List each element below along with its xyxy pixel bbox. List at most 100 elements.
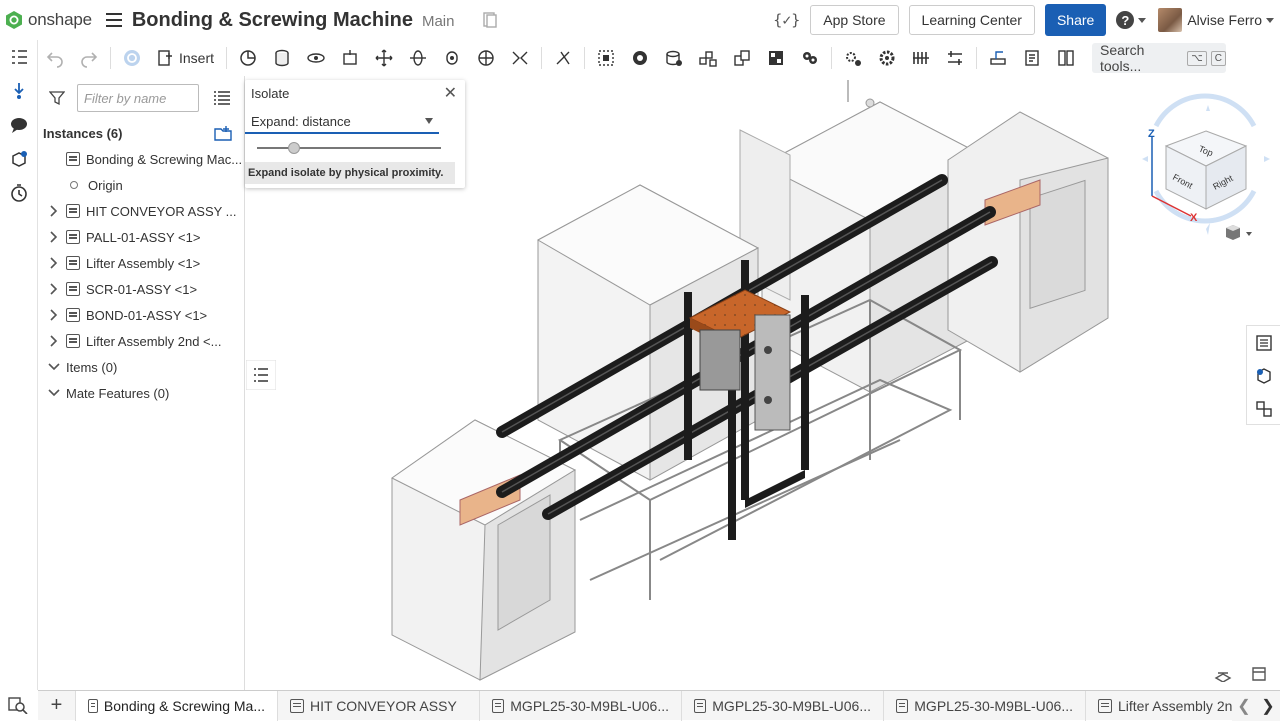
add-tab-button[interactable]: + — [38, 690, 76, 721]
regenerate-icon[interactable] — [115, 43, 149, 73]
chevron-right-icon[interactable] — [42, 283, 66, 295]
circular-pattern-icon[interactable] — [725, 43, 759, 73]
tab-5[interactable]: Lifter Assembly 2nd — [1086, 690, 1256, 721]
parts-icon[interactable] — [0, 142, 38, 176]
replicate-icon[interactable] — [657, 43, 691, 73]
filter-icon[interactable] — [49, 90, 65, 106]
undo-icon[interactable] — [38, 43, 72, 73]
explode-icon[interactable] — [759, 43, 793, 73]
tab-2[interactable]: MGPL25-30-M9BL-U06... — [480, 690, 682, 721]
document-title[interactable]: Bonding & Screwing Machine — [132, 9, 413, 32]
chevron-right-icon[interactable] — [42, 231, 66, 243]
help-menu[interactable]: ? — [1116, 11, 1147, 29]
planar-mate-icon[interactable] — [367, 43, 401, 73]
cylindrical-mate-icon[interactable] — [401, 43, 435, 73]
tab-scroll-left-icon[interactable]: ❮ — [1232, 696, 1256, 716]
tree-item-label: PALL-01-ASSY <1> — [86, 229, 201, 245]
view-options-icon[interactable] — [1224, 224, 1254, 242]
chevron-right-icon[interactable] — [42, 257, 66, 269]
search-tabs-icon[interactable] — [8, 696, 28, 714]
mate-features-section[interactable]: Mate Features (0) — [38, 380, 244, 406]
search-tools-input[interactable]: Search tools... ⌥ C — [1092, 42, 1226, 74]
comments-icon[interactable] — [0, 108, 38, 142]
parallel-mate-icon[interactable] — [503, 43, 537, 73]
isolate-mode-select[interactable]: Expand: distance — [245, 110, 439, 134]
screw-relation-icon[interactable] — [938, 43, 972, 73]
bom-icon[interactable] — [1049, 43, 1083, 73]
tree-item[interactable]: PALL-01-ASSY <1> — [38, 224, 244, 250]
onshape-logo[interactable]: onshape — [6, 10, 92, 30]
user-menu[interactable]: Alvise Ferro — [1158, 8, 1274, 32]
gear-icon[interactable] — [870, 43, 904, 73]
isolate-dialog: Isolate ✕ Expand: distance Expand isolat… — [245, 80, 465, 188]
chevron-down-icon — [42, 363, 66, 371]
configurations-icon[interactable] — [1247, 392, 1280, 425]
named-views-icon[interactable] — [1250, 666, 1268, 682]
tree-item[interactable]: BOND-01-ASSY <1> — [38, 302, 244, 328]
share-button[interactable]: Share — [1044, 4, 1107, 36]
group-icon[interactable] — [589, 43, 623, 73]
learning-center-button[interactable]: Learning Center — [908, 5, 1035, 35]
mate-connector-icon[interactable] — [0, 74, 38, 108]
distance-slider-handle[interactable] — [287, 142, 300, 154]
redo-icon[interactable] — [72, 43, 106, 73]
insert-icon — [158, 50, 172, 66]
ball-mate-icon[interactable] — [469, 43, 503, 73]
chevron-right-icon[interactable] — [42, 309, 66, 321]
mate-relations-icon[interactable] — [793, 43, 827, 73]
tree-item[interactable]: Bonding & Screwing Mac... — [38, 146, 244, 172]
toolbar-divider — [831, 47, 833, 69]
filter-input[interactable]: Filter by name — [77, 84, 199, 112]
new-folder-icon[interactable] — [214, 125, 232, 141]
tab-4[interactable]: MGPL25-30-M9BL-U06... — [884, 690, 1086, 721]
tab-1[interactable]: HIT CONVEYOR ASSY — [278, 690, 480, 721]
rack-pinion-icon[interactable] — [904, 43, 938, 73]
x-axis-label: X — [1190, 212, 1198, 224]
slider-mate-icon[interactable] — [333, 43, 367, 73]
instances-header[interactable]: Instances (6) — [38, 120, 244, 146]
revolute-mate-icon[interactable] — [299, 43, 333, 73]
tree-item[interactable]: Lifter Assembly 2nd <... — [38, 328, 244, 354]
list-view-icon[interactable] — [214, 91, 230, 105]
view-cube[interactable]: Top Front Right Z X — [1136, 91, 1276, 241]
insert-button[interactable]: Insert — [149, 50, 222, 66]
pin-slot-mate-icon[interactable] — [435, 43, 469, 73]
tangent-mate-icon[interactable] — [546, 43, 580, 73]
shortcut-key: ⌥ — [1187, 50, 1207, 66]
tree-item[interactable]: SCR-01-ASSY <1> — [38, 276, 244, 302]
tab-0[interactable]: Bonding & Screwing Ma... — [76, 690, 278, 721]
linear-pattern-icon[interactable] — [691, 43, 725, 73]
gear-relation-icon[interactable] — [836, 43, 870, 73]
mate-connector-tool-icon[interactable] — [623, 43, 657, 73]
properties-icon[interactable] — [1247, 326, 1280, 359]
left-rail — [0, 40, 38, 690]
tree-item[interactable]: Lifter Assembly <1> — [38, 250, 244, 276]
measure-icon[interactable] — [981, 43, 1015, 73]
versions-icon[interactable]: {✓} — [773, 11, 800, 29]
distance-slider-track[interactable] — [257, 147, 441, 149]
chevron-right-icon[interactable] — [42, 205, 66, 217]
tree-item-label: SCR-01-ASSY <1> — [86, 281, 198, 297]
tooltip: Expand isolate by physical proximity. — [245, 162, 455, 184]
tree-item[interactable]: HIT CONVEYOR ASSY ... — [38, 198, 244, 224]
tab-scroll-right-icon[interactable]: ❯ — [1256, 696, 1280, 716]
close-icon[interactable]: ✕ — [444, 86, 457, 102]
snapshot-icon[interactable] — [231, 43, 265, 73]
document-info-icon[interactable] — [482, 12, 498, 28]
display-states-icon[interactable] — [1214, 666, 1232, 682]
appearance-icon[interactable] — [1247, 359, 1280, 392]
chevron-down-icon — [42, 389, 66, 397]
tree-item[interactable]: Origin — [38, 172, 244, 198]
app-store-button[interactable]: App Store — [810, 5, 899, 35]
mate-list-icon[interactable] — [246, 360, 276, 390]
chevron-right-icon[interactable] — [42, 335, 66, 347]
document-branch[interactable]: Main — [422, 13, 455, 30]
tab-3[interactable]: MGPL25-30-M9BL-U06... — [682, 690, 884, 721]
history-icon[interactable] — [0, 176, 38, 210]
feature-list-icon[interactable] — [0, 40, 38, 74]
toolbar-divider — [584, 47, 586, 69]
items-section[interactable]: Items (0) — [38, 354, 244, 380]
main-menu-icon[interactable] — [105, 13, 122, 27]
fastened-mate-icon[interactable] — [265, 43, 299, 73]
section-view-icon[interactable] — [1015, 43, 1049, 73]
